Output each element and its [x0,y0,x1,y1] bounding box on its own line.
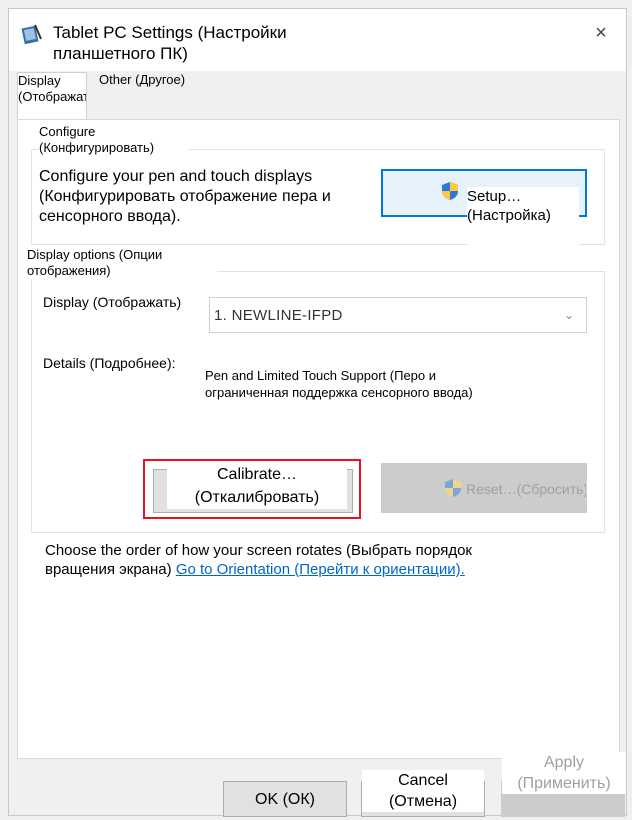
orientation-link[interactable]: Go to Orientation (Перейти к ориентации)… [176,561,465,578]
cancel-button-label[interactable]: Cancel (Отмена) [362,770,484,812]
apply-button-label: Apply (Применить) [502,752,626,794]
uac-shield-icon [441,181,459,201]
details-label: Details (Подробнее): [43,355,203,371]
display-select-value: 1. NEWLINE-IFPD [214,307,343,324]
title-bar: Tablet PC Settings (Настройки планшетног… [9,9,626,71]
configure-description: Configure your pen and touch displays (К… [39,168,331,225]
display-select[interactable]: 1. NEWLINE-IFPD ⌄ [209,297,587,333]
calibrate-button[interactable]: Calibrate…(Откалибровать) [143,459,361,519]
close-icon[interactable]: × [590,23,612,45]
tab-display[interactable]: Display (Отображать) [17,72,87,123]
display-label: Display (Отображать) [43,294,215,310]
setup-button-label-box: Setup…(Настройка) [467,187,579,261]
display-options-group-label: Display options (Опции отображения) [27,247,217,279]
cancel-button[interactable]: Cancel (Отмена) [361,770,485,817]
apply-button[interactable]: Apply (Применить) [501,752,626,817]
calibrate-button-label[interactable]: Calibrate…(Откалибровать) [167,463,347,509]
tablet-pc-settings-dialog: Tablet PC Settings (Настройки планшетног… [8,8,627,817]
configure-group-label: Configure (Конфигурировать) [39,124,189,156]
tablet-pc-icon [21,23,43,45]
chevron-down-icon: ⌄ [563,308,574,322]
uac-shield-icon [444,478,462,498]
reset-button[interactable]: Reset…(Сбросить) [381,463,587,513]
reset-button-label: Reset…(Сбросить) [466,481,586,497]
ok-button[interactable]: OK (ОК) [223,781,347,817]
orientation-text: Choose the order of how your screen rota… [45,541,525,579]
details-value: Pen and Limited Touch Support (Перо и ог… [205,368,473,400]
window-title: Tablet PC Settings (Настройки планшетног… [53,23,287,63]
setup-button-label[interactable]: Setup…(Настройка) [467,187,579,225]
